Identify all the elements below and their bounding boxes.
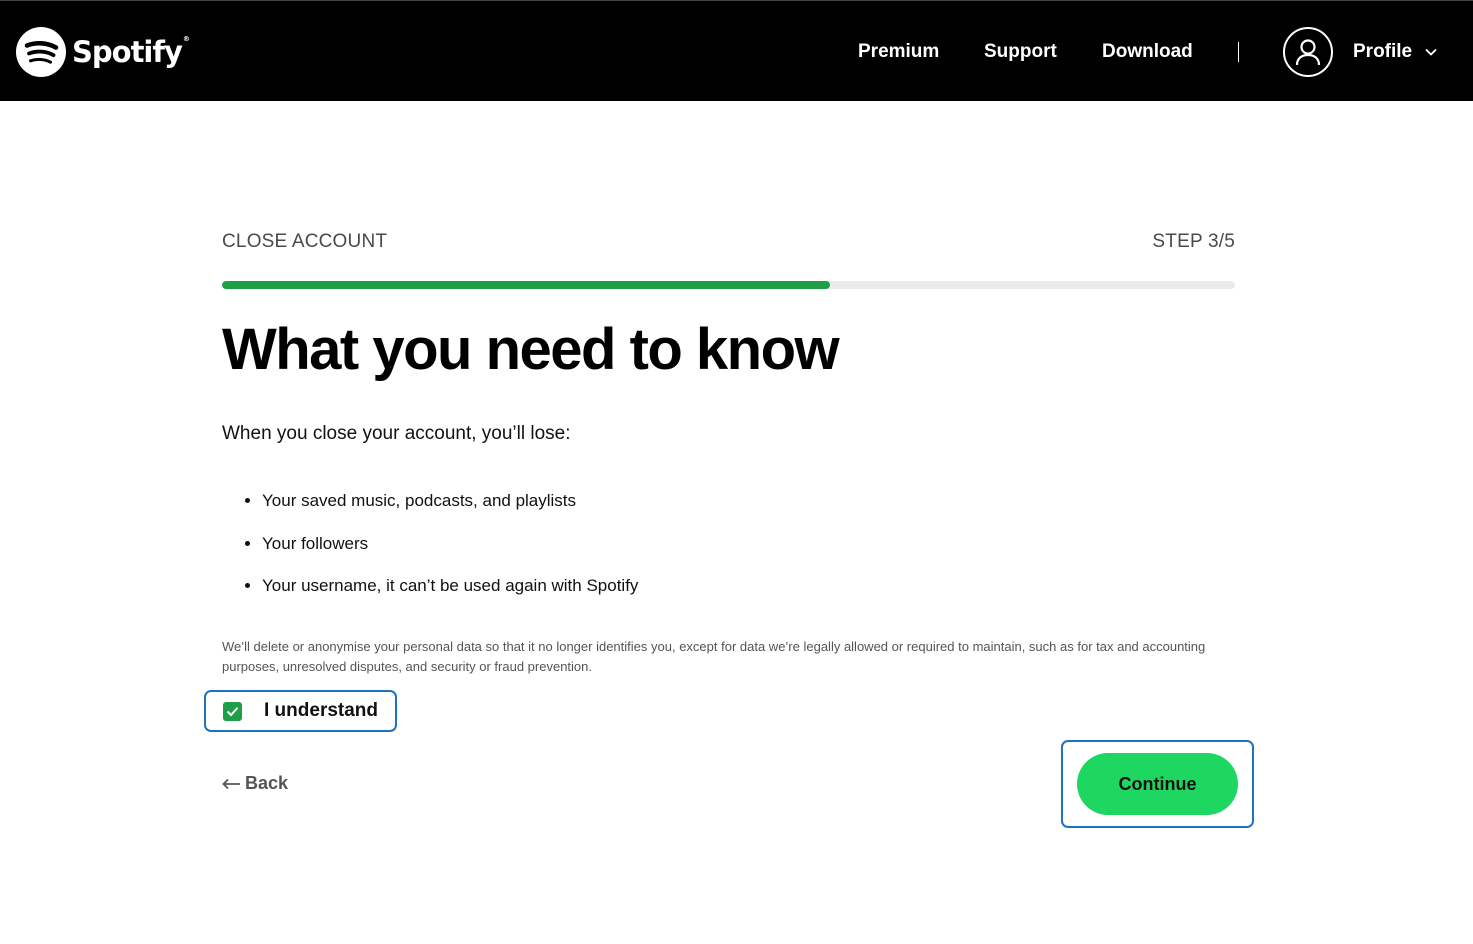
chevron-down-icon: [1425, 48, 1437, 56]
loss-list: Your saved music, podcasts, and playlist…: [262, 490, 638, 618]
intro-text: When you close your account, you’ll lose…: [222, 423, 571, 444]
legal-notice: We’ll delete or anonymise your personal …: [222, 639, 1206, 674]
avatar: [1283, 27, 1333, 77]
nav-premium-wrap: Premium: [858, 1, 939, 102]
nav-premium-link[interactable]: Premium: [858, 41, 939, 63]
page-title: What you need to know: [222, 317, 840, 382]
logo-wordmark: Spotify®: [72, 35, 190, 69]
top-navigation-bar: Spotify® Premium Support Download Profil…: [0, 0, 1473, 101]
step-title: CLOSE ACCOUNT: [222, 231, 388, 252]
nav-divider: [1238, 42, 1239, 62]
continue-button[interactable]: Continue: [1077, 753, 1238, 815]
understand-checkbox-row[interactable]: I understand: [204, 690, 397, 732]
step-progress-fill: [222, 281, 830, 289]
list-item: Your saved music, podcasts, and playlist…: [262, 490, 638, 533]
understand-checkbox[interactable]: [223, 701, 242, 721]
spotify-logo-icon: [16, 27, 66, 77]
nav-download-wrap: Download: [1102, 1, 1193, 102]
continue-focus-ring: Continue: [1061, 740, 1254, 828]
nav-support-link[interactable]: Support: [984, 41, 1057, 63]
understand-label: I understand: [264, 700, 379, 721]
list-item: Your username, it can’t be used again wi…: [262, 575, 638, 618]
spotify-logo[interactable]: Spotify®: [16, 27, 190, 77]
checkmark-icon: [226, 706, 239, 716]
step-progress-bar: [222, 281, 1235, 289]
back-link[interactable]: Back: [222, 773, 288, 794]
arrow-left-icon: [222, 778, 240, 789]
nav-download-link[interactable]: Download: [1102, 41, 1193, 63]
back-label: Back: [245, 773, 289, 793]
user-icon: [1295, 39, 1321, 66]
step-counter: STEP 3/5: [1152, 231, 1235, 252]
profile-label: Profile: [1353, 41, 1413, 62]
profile-menu-button[interactable]: Profile: [1283, 27, 1438, 77]
list-item: Your followers: [262, 533, 638, 576]
nav-support-wrap: Support: [984, 1, 1057, 102]
